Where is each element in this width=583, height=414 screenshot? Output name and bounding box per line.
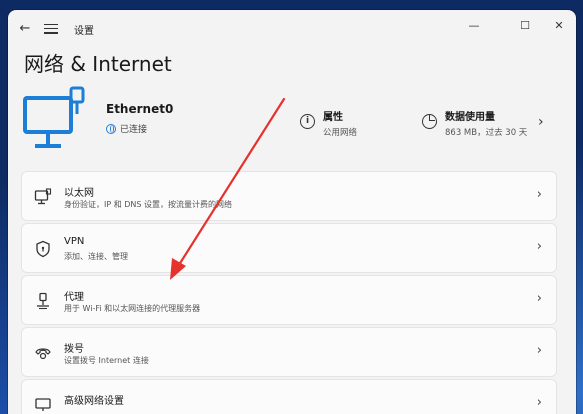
card-proxy-label: 代理	[64, 292, 84, 303]
card-dialup[interactable]: 拨号 设置拨号 Internet 连接 ›	[22, 328, 556, 376]
card-ethernet-desc: 身份验证，IP 和 DNS 设置，按流量计费的网络	[64, 200, 233, 209]
minimize-icon[interactable]: —	[463, 16, 485, 36]
connection-status: 已连接	[106, 122, 147, 135]
close-icon[interactable]: ✕	[548, 16, 570, 36]
proxy-server-icon	[37, 292, 49, 310]
ethernet-icon	[34, 188, 52, 205]
pie-chart-icon	[422, 114, 437, 129]
hamburger-menu-icon[interactable]	[44, 21, 58, 35]
card-vpn[interactable]: VPN 添加、连接、管理 ›	[22, 224, 556, 272]
card-proxy[interactable]: 代理 用于 Wi-Fi 和以太网连接的代理服务器 ›	[22, 276, 556, 324]
chevron-right-icon: ›	[536, 187, 542, 202]
card-vpn-label: VPN	[64, 236, 85, 247]
card-dialup-desc: 设置拨号 Internet 连接	[64, 356, 149, 365]
card-ethernet[interactable]: 以太网 身份验证，IP 和 DNS 设置，按流量计费的网络 ›	[22, 172, 556, 220]
info-icon: i	[300, 114, 315, 129]
properties-label: 属性	[323, 112, 343, 123]
back-arrow-icon[interactable]: ←	[16, 20, 34, 38]
settings-window: ← 设置 — ☐ ✕ 网络 & Internet Ethernet0 已连接 i…	[8, 10, 576, 414]
card-advanced-network[interactable]: 高级网络设置 ›	[22, 380, 556, 414]
data-usage-link[interactable]: 数据使用量 863 MB，过去 30 天	[422, 108, 527, 138]
card-dialup-label: 拨号	[64, 344, 84, 355]
card-vpn-desc: 添加、连接、管理	[64, 252, 128, 261]
properties-link[interactable]: i 属性 公用网络	[300, 108, 357, 138]
data-usage-value: 863 MB，过去 30 天	[445, 128, 528, 138]
chevron-right-icon: ›	[536, 395, 542, 410]
ethernet-monitor-icon	[23, 86, 85, 148]
chevron-right-icon: ›	[536, 239, 542, 254]
window-title: 设置	[74, 26, 94, 37]
card-proxy-desc: 用于 Wi-Fi 和以太网连接的代理服务器	[64, 304, 201, 313]
dialup-phone-icon	[35, 348, 51, 360]
chevron-right-icon: ›	[536, 291, 542, 306]
title-bar: ← 设置 — ☐ ✕	[8, 10, 576, 46]
shield-icon	[36, 240, 50, 258]
chevron-right-icon: ›	[536, 343, 542, 358]
globe-icon	[106, 123, 116, 134]
card-ethernet-label: 以太网	[64, 188, 94, 199]
maximize-icon[interactable]: ☐	[514, 16, 536, 36]
page-title: 网络 & Internet	[24, 52, 172, 76]
data-usage-chevron-icon[interactable]: ›	[538, 114, 544, 130]
card-advanced-network-label: 高级网络设置	[64, 396, 124, 407]
properties-value: 公用网络	[323, 128, 358, 138]
data-usage-label: 数据使用量	[445, 112, 495, 123]
connection-name: Ethernet0	[106, 102, 174, 116]
connection-status-text: 已连接	[120, 125, 148, 135]
advanced-network-icon	[35, 398, 51, 411]
